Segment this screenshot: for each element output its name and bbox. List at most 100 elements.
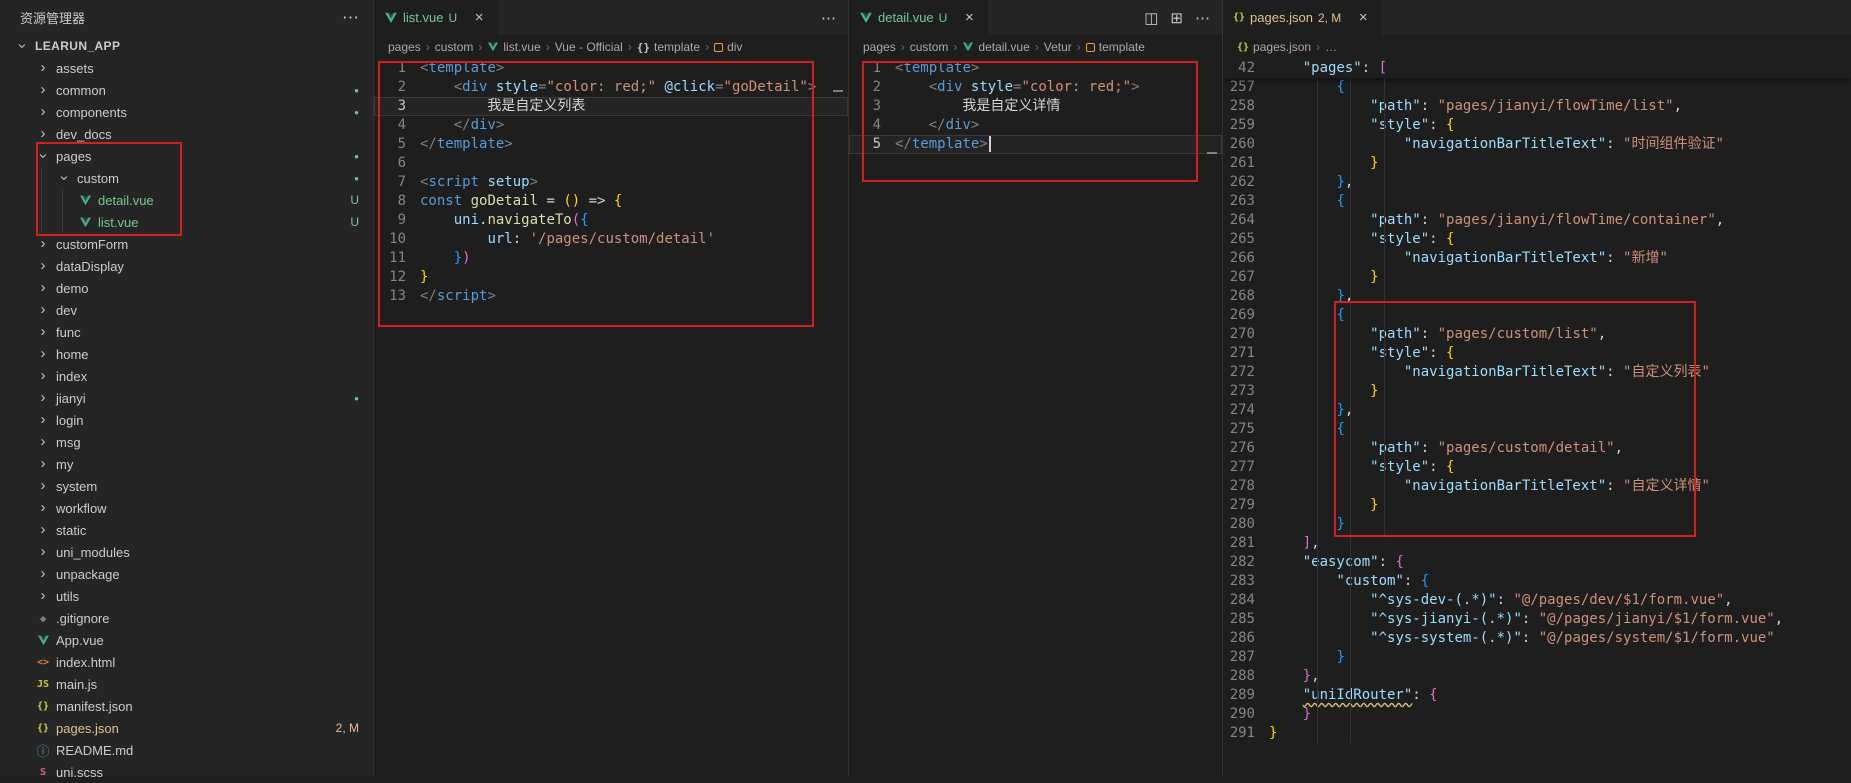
breadcrumb-item-…[interactable]: … <box>1325 40 1337 54</box>
tree-item-dev[interactable]: ›dev <box>0 299 373 321</box>
git-status-badge: U <box>448 11 457 25</box>
tree-item-static[interactable]: ›static <box>0 519 373 541</box>
close-icon[interactable]: × <box>470 9 488 26</box>
tree-item-func[interactable]: ›func <box>0 321 373 343</box>
code-line[interactable]: 5</template> <box>849 135 1222 154</box>
breadcrumb-item-pages[interactable]: pages <box>863 40 896 54</box>
breadcrumb-item-template[interactable]: {}template <box>637 40 700 54</box>
code-line[interactable]: 13</script> <box>374 287 848 306</box>
tree-item-assets[interactable]: ›assets <box>0 57 373 79</box>
code-line[interactable]: 12} <box>374 268 848 287</box>
tab-detail-vue[interactable]: detail.vue U × <box>849 0 989 35</box>
tree-item-manifest.json[interactable]: {}manifest.json <box>0 695 373 717</box>
more-actions-icon[interactable]: ⋯ <box>821 9 836 27</box>
explorer-more-actions-icon[interactable]: ⋯ <box>342 8 359 28</box>
tree-item-jianyi[interactable]: ›jianyi● <box>0 387 373 409</box>
line-number: 276 <box>1223 439 1269 458</box>
tree-item-home[interactable]: ›home <box>0 343 373 365</box>
tree-item-detail.vue[interactable]: detail.vueU <box>0 189 373 211</box>
tree-item-label: uni_modules <box>56 545 130 560</box>
breadcrumb-item-custom[interactable]: custom <box>435 40 474 54</box>
line-number: 269 <box>1223 306 1269 325</box>
breadcrumb-item-list.vue[interactable]: list.vue <box>487 40 540 54</box>
tree-item-index.html[interactable]: <>index.html <box>0 651 373 673</box>
chevron-right-icon: › <box>33 123 53 145</box>
tree-item-components[interactable]: ›components● <box>0 101 373 123</box>
code-line[interactable]: 5</template> <box>374 135 848 154</box>
tree-item-dev_docs[interactable]: ›dev_docs <box>0 123 373 145</box>
tree-item-label: workflow <box>56 501 107 516</box>
tree-item-uni_modules[interactable]: ›uni_modules <box>0 541 373 563</box>
tree-item-.gitignore[interactable]: ◆.gitignore <box>0 607 373 629</box>
more-actions-icon[interactable]: ⋯ <box>1195 9 1210 27</box>
tab-list-vue[interactable]: list.vue U × <box>374 0 499 35</box>
tab-pages-json[interactable]: {} pages.json 2, M × <box>1223 0 1383 35</box>
tree-item-demo[interactable]: ›demo <box>0 277 373 299</box>
tree-item-system[interactable]: ›system <box>0 475 373 497</box>
line-number: 3 <box>849 97 895 116</box>
code-line[interactable]: 10 url: '/pages/custom/detail' <box>374 230 848 249</box>
tree-item-LEARUN_APP[interactable]: ›LEARUN_APP <box>0 35 373 57</box>
tree-item-pages.json[interactable]: {}pages.json2, M <box>0 717 373 739</box>
line-number: 261 <box>1223 154 1269 173</box>
breadcrumb-item-Vue - Official[interactable]: Vue - Official <box>555 40 623 54</box>
tree-item-uni.scss[interactable]: Suni.scss <box>0 761 373 783</box>
tree-item-workflow[interactable]: ›workflow <box>0 497 373 519</box>
tree-item-pages[interactable]: ›pages● <box>0 145 373 167</box>
breadcrumb-item-detail.vue[interactable]: detail.vue <box>962 40 1029 54</box>
breadcrumb-item-div[interactable]: div <box>714 40 742 54</box>
line-number: 5 <box>849 135 895 154</box>
tree-item-list.vue[interactable]: list.vueU <box>0 211 373 233</box>
code-line[interactable]: 4 </div> <box>374 116 848 135</box>
tree-item-README.md[interactable]: ⓘREADME.md <box>0 739 373 761</box>
chevron-down-icon: › <box>53 168 75 188</box>
code-line[interactable]: 9 uni.navigateTo({ <box>374 211 848 230</box>
line-number: 263 <box>1223 192 1269 211</box>
breadcrumb-item-Vetur[interactable]: Vetur <box>1044 40 1072 54</box>
tree-item-unpackage[interactable]: ›unpackage <box>0 563 373 585</box>
tree-item-dataDisplay[interactable]: ›dataDisplay <box>0 255 373 277</box>
breadcrumb-item-pages.json[interactable]: {}pages.json <box>1237 40 1311 54</box>
tree-item-common[interactable]: ›common● <box>0 79 373 101</box>
line-number: 277 <box>1223 458 1269 477</box>
breadcrumb: {}pages.json›… <box>1223 35 1851 59</box>
tree-item-customForm[interactable]: ›customForm <box>0 233 373 255</box>
close-icon[interactable]: × <box>960 9 978 26</box>
tree-item-login[interactable]: ›login <box>0 409 373 431</box>
code-line[interactable]: 3 我是自定义列表 <box>374 97 848 116</box>
code-line[interactable]: 7<script setup> <box>374 173 848 192</box>
tree-item-label: pages.json <box>56 721 119 736</box>
tree-item-label: list.vue <box>98 215 138 230</box>
tree-item-msg[interactable]: ›msg <box>0 431 373 453</box>
code-line[interactable]: 1<template> <box>374 59 848 78</box>
tree-item-my[interactable]: ›my <box>0 453 373 475</box>
line-number: 270 <box>1223 325 1269 344</box>
code-line[interactable]: 8const goDetail = () => { <box>374 192 848 211</box>
breadcrumb-item-template[interactable]: template <box>1086 40 1145 54</box>
close-icon[interactable]: × <box>1354 9 1372 26</box>
editor-layout-icon[interactable]: ⊞ <box>1170 9 1183 27</box>
code-line[interactable]: 1<template> <box>849 59 1222 78</box>
tree-item-main.js[interactable]: JSmain.js <box>0 673 373 695</box>
editor-content-detail-vue[interactable]: 1<template>2 <div style="color: red;">3 … <box>849 59 1222 776</box>
vscode-window: 资源管理器 ⋯ ›LEARUN_APP›assets›common●›compo… <box>0 0 1851 776</box>
code-line[interactable]: 4 </div> <box>849 116 1222 135</box>
code-line[interactable]: 2 <div style="color: red;" @click="goDet… <box>374 78 848 97</box>
editor-content-list-vue[interactable]: 1<template>2 <div style="color: red;" @c… <box>374 59 848 776</box>
code-line[interactable]: 3 我是自定义详情 <box>849 97 1222 116</box>
line-number: 1 <box>849 59 895 78</box>
tree-item-App.vue[interactable]: App.vue <box>0 629 373 651</box>
git-status-dot: ● <box>354 394 373 403</box>
tree-item-index[interactable]: ›index <box>0 365 373 387</box>
tree-item-custom[interactable]: ›custom● <box>0 167 373 189</box>
code-line[interactable]: 11 }) <box>374 249 848 268</box>
code-line[interactable]: 6 <box>374 154 848 173</box>
code-line[interactable]: 2 <div style="color: red;"> <box>849 78 1222 97</box>
breadcrumb-item-pages[interactable]: pages <box>388 40 421 54</box>
git-status-badge: U <box>350 193 373 207</box>
line-number: 13 <box>374 287 420 306</box>
tree-item-utils[interactable]: ›utils <box>0 585 373 607</box>
split-editor-icon[interactable]: ◫ <box>1144 9 1158 27</box>
code-line[interactable]: 42 "pages": [ <box>1223 59 1851 78</box>
breadcrumb-item-custom[interactable]: custom <box>910 40 949 54</box>
